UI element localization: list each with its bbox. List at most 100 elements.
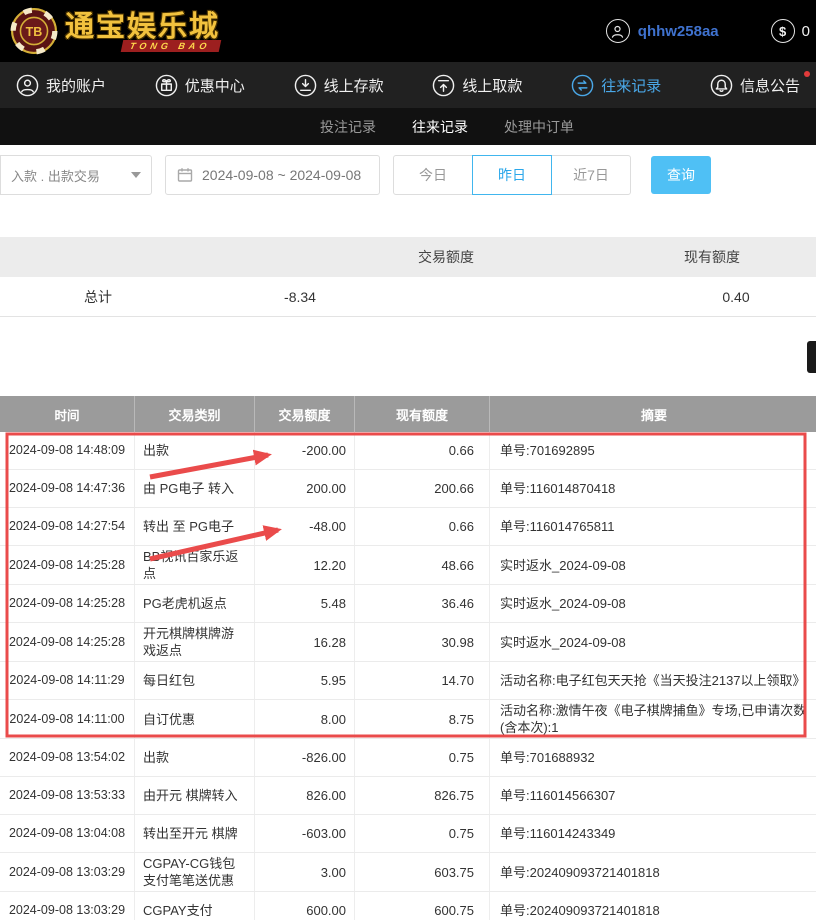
cell-amount: -603.00 (255, 815, 355, 852)
cell-amount: 8.00 (255, 700, 355, 738)
transaction-type-select[interactable]: 入款 . 出款交易 (0, 155, 152, 195)
svg-text:TB: TB (26, 25, 43, 39)
tab-processing-orders[interactable]: 处理中订单 (504, 117, 574, 137)
cell-time: 2024-09-08 14:11:00 (0, 700, 135, 738)
quick-range-group: 今日 昨日 近7日 (393, 155, 631, 195)
nav-item-transactions[interactable]: 往来记录 (571, 74, 661, 97)
summary-table: 交易额度 现有额度 总计 -8.34 0.40 (0, 237, 816, 317)
transaction-row: 2024-09-08 13:04:08 转出至开元 棋牌 -603.00 0.7… (0, 815, 816, 853)
header-balance: 现有额度 (355, 396, 490, 432)
cell-type: 出款 (135, 739, 255, 776)
nav-item-announcements[interactable]: 信息公告 (710, 74, 800, 97)
cell-amount: 16.28 (255, 623, 355, 661)
cell-type: 自订优惠 (135, 700, 255, 738)
cell-type: CGPAY支付 (135, 892, 255, 920)
top-header: TB 通宝娱乐城 TONG BAO qhhw258aa $ 0 (0, 0, 816, 62)
transaction-row: 2024-09-08 14:47:36 由 PG电子 转入 200.00 200… (0, 470, 816, 508)
cell-time: 2024-09-08 13:03:29 (0, 892, 135, 920)
tab-bet-records[interactable]: 投注记录 (320, 117, 376, 137)
cell-balance: 826.75 (355, 777, 490, 814)
cell-balance: 200.66 (355, 470, 490, 507)
cell-time: 2024-09-08 14:25:28 (0, 623, 135, 661)
filter-bar: 入款 . 出款交易 2024-09-08 ~ 2024-09-08 今日 昨日 … (0, 145, 816, 195)
cell-type: PG老虎机返点 (135, 585, 255, 622)
header-note: 摘要 (490, 396, 816, 432)
cell-note: 活动名称:激情午夜《电子棋牌捕鱼》专场,已申请次数(含本次):1 (490, 700, 816, 738)
withdraw-icon (432, 74, 455, 97)
summary-col-amount: 交易额度 (346, 237, 546, 277)
tab-transaction-records[interactable]: 往来记录 (412, 117, 468, 137)
sub-nav: 投注记录 往来记录 处理中订单 (0, 108, 816, 145)
cell-time: 2024-09-08 13:53:33 (0, 777, 135, 814)
cell-balance: 30.98 (355, 623, 490, 661)
cell-type: 由开元 棋牌转入 (135, 777, 255, 814)
username[interactable]: qhhw258aa (638, 23, 719, 40)
summary-total-row: 总计 -8.34 0.40 (0, 277, 816, 317)
cell-note: 单号:202409093721401818 (490, 853, 816, 891)
cell-balance: 14.70 (355, 662, 490, 699)
exchange-icon (571, 74, 594, 97)
cell-note: 单号:701688932 (490, 739, 816, 776)
header-time: 时间 (0, 396, 135, 432)
select-value: 入款 . 出款交易 (11, 166, 100, 185)
cell-amount: 3.00 (255, 853, 355, 891)
logo-subtitle: TONG BAO (120, 40, 221, 52)
site-logo[interactable]: TB 通宝娱乐城 TONG BAO (10, 7, 220, 55)
notification-dot (804, 71, 810, 77)
chevron-down-icon (131, 172, 141, 178)
cell-note: 单号:701692895 (490, 432, 816, 469)
cell-note: 实时返水_2024-09-08 (490, 546, 816, 584)
cell-amount: -200.00 (255, 432, 355, 469)
cell-note: 单号:116014870418 (490, 470, 816, 507)
main-nav: 我的账户 优惠中心 线上存款 线上取款 往来记录 信息公告 (0, 62, 816, 108)
range-today-button[interactable]: 今日 (393, 155, 473, 195)
transaction-row: 2024-09-08 14:11:00 自订优惠 8.00 8.75 活动名称:… (0, 700, 816, 739)
summary-col-balance: 现有额度 (612, 237, 812, 277)
cell-type: 转出 至 PG电子 (135, 508, 255, 545)
cell-balance: 0.66 (355, 508, 490, 545)
date-range-input[interactable]: 2024-09-08 ~ 2024-09-08 (165, 155, 380, 195)
cell-note: 实时返水_2024-09-08 (490, 623, 816, 661)
range-7days-button[interactable]: 近7日 (551, 155, 631, 195)
nav-label: 往来记录 (601, 75, 661, 96)
deposit-icon (294, 74, 317, 97)
transaction-row: 2024-09-08 13:54:02 出款 -826.00 0.75 单号:7… (0, 739, 816, 777)
cell-time: 2024-09-08 14:25:28 (0, 585, 135, 622)
cell-balance: 0.75 (355, 739, 490, 776)
cell-balance: 48.66 (355, 546, 490, 584)
cell-type: CGPAY-CG钱包支付笔笔送优惠 (135, 853, 255, 891)
range-yesterday-button[interactable]: 昨日 (472, 155, 552, 195)
cell-time: 2024-09-08 13:03:29 (0, 853, 135, 891)
transaction-row: 2024-09-08 14:25:28 开元棋牌棋牌游戏返点 16.28 30.… (0, 623, 816, 662)
transaction-row: 2024-09-08 14:25:28 BB视讯百家乐返点 12.20 48.6… (0, 546, 816, 585)
dollar-icon: $ (771, 19, 795, 43)
cell-note: 单号:202409093721401818 (490, 892, 816, 920)
cell-amount: -826.00 (255, 739, 355, 776)
summary-total-amount: -8.34 (200, 277, 400, 317)
cell-time: 2024-09-08 14:47:36 (0, 470, 135, 507)
nav-item-my-account[interactable]: 我的账户 (16, 74, 106, 97)
bell-icon (710, 74, 733, 97)
nav-item-deposit[interactable]: 线上存款 (294, 74, 384, 97)
transaction-row: 2024-09-08 13:03:29 CGPAY支付 600.00 600.7… (0, 892, 816, 920)
cell-balance: 36.46 (355, 585, 490, 622)
side-float-button[interactable] (807, 341, 816, 373)
cell-time: 2024-09-08 14:25:28 (0, 546, 135, 584)
transactions-table: 时间 交易类别 交易额度 现有额度 摘要 2024-09-08 14:48:09… (0, 396, 816, 920)
calendar-icon (177, 167, 193, 183)
balance-group[interactable]: $ 0 (771, 19, 810, 43)
cell-type: 开元棋牌棋牌游戏返点 (135, 623, 255, 661)
cell-amount: 12.20 (255, 546, 355, 584)
nav-item-promotions[interactable]: 优惠中心 (155, 74, 245, 97)
cell-time: 2024-09-08 13:04:08 (0, 815, 135, 852)
cell-amount: 200.00 (255, 470, 355, 507)
gift-icon (155, 74, 178, 97)
cell-note: 单号:116014566307 (490, 777, 816, 814)
transaction-row: 2024-09-08 14:11:29 每日红包 5.95 14.70 活动名称… (0, 662, 816, 700)
nav-item-withdraw[interactable]: 线上取款 (432, 74, 522, 97)
nav-label: 优惠中心 (185, 75, 245, 96)
balance-value: 0 (802, 23, 810, 40)
date-range-value: 2024-09-08 ~ 2024-09-08 (202, 167, 361, 183)
search-button[interactable]: 查询 (651, 156, 711, 194)
cell-balance: 600.75 (355, 892, 490, 920)
